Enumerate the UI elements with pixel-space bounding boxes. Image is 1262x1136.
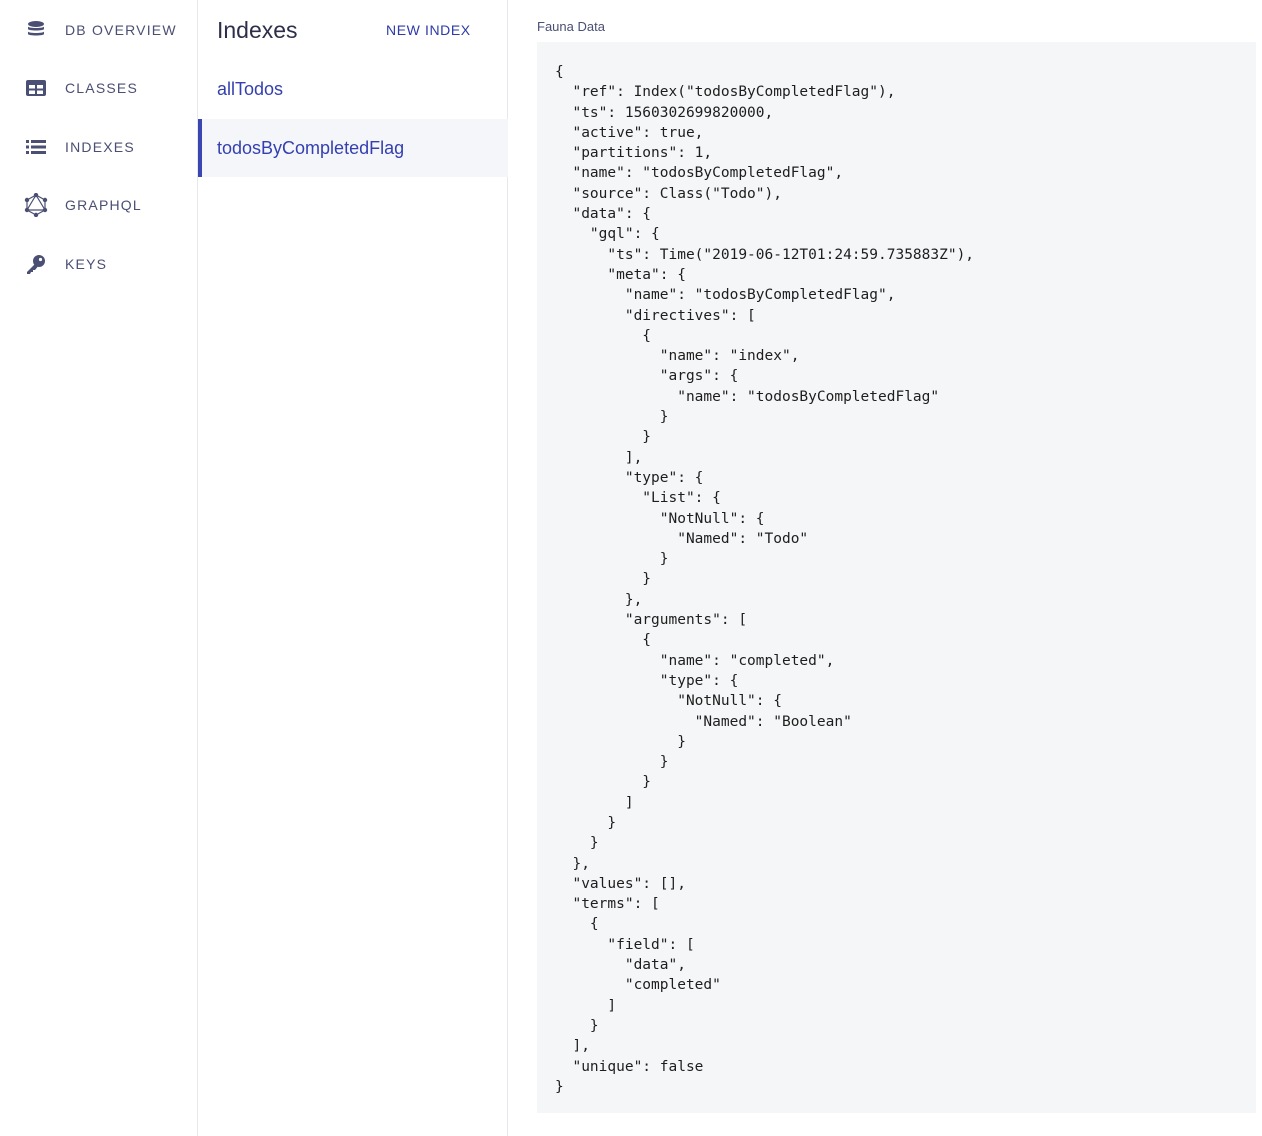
code-line: } — [555, 429, 652, 446]
code-line: } — [555, 835, 599, 852]
code-line: } — [555, 1017, 599, 1034]
code-line: } — [555, 754, 669, 771]
code-line: { — [555, 64, 564, 80]
new-index-button[interactable]: NEW INDEX — [386, 22, 471, 38]
code-line: ] — [555, 794, 634, 811]
code-line: "name": "index", — [555, 348, 800, 365]
code-line: "NotNull": { — [555, 693, 782, 710]
code-line: }, — [555, 855, 590, 872]
code-line: "name": "todosByCompletedFlag" — [555, 388, 940, 405]
code-line: { — [555, 327, 652, 344]
index-item-todosbycompletedflag[interactable]: todosByCompletedFlag — [198, 119, 508, 177]
code-line: "active": true, — [555, 124, 704, 141]
nav-item-indexes[interactable]: INDEXES — [0, 127, 198, 167]
code-line: { — [555, 632, 652, 649]
code-line: } — [555, 774, 652, 791]
code-line: "List": { — [555, 490, 721, 507]
code-line: "name": "todosByCompletedFlag", — [555, 165, 844, 182]
index-item-alltodos[interactable]: allTodos — [198, 60, 508, 118]
nav-item-keys[interactable]: KEYS — [0, 244, 198, 284]
code-line: "field": [ — [555, 936, 695, 953]
code-line: "Named": "Todo" — [555, 530, 809, 547]
code-line: "name": "completed", — [555, 652, 835, 669]
table-icon — [24, 76, 48, 100]
code-line: "NotNull": { — [555, 510, 765, 527]
code-line: "partitions": 1, — [555, 145, 713, 162]
code-line: "type": { — [555, 469, 704, 486]
code-line: { — [555, 916, 599, 933]
key-icon — [24, 252, 48, 276]
code-line: "meta": { — [555, 266, 686, 283]
nav-item-db-overview[interactable]: DB OVERVIEW — [0, 10, 198, 50]
code-line: "source": Class("Todo"), — [555, 185, 782, 202]
list-icon — [24, 135, 48, 159]
index-list-header: Indexes NEW INDEX — [198, 0, 508, 60]
code-line: "values": [], — [555, 875, 686, 892]
code-line: "data", — [555, 957, 686, 974]
code-line: "gql": { — [555, 226, 660, 243]
nav-label: KEYS — [65, 256, 108, 272]
code-line: "args": { — [555, 368, 739, 385]
page-title: Indexes — [217, 17, 298, 43]
code-line: "completed" — [555, 977, 721, 994]
database-icon — [24, 18, 48, 42]
code-line: "Named": "Boolean" — [555, 713, 852, 730]
code-line: "unique": false — [555, 1058, 704, 1075]
nav-label: GRAPHQL — [65, 197, 142, 213]
nav-item-graphql[interactable]: GRAPHQL — [0, 185, 198, 225]
code-line: } — [555, 409, 669, 426]
main-nav: DB OVERVIEW CLASSES INDEXES GRAPHQL KEYS — [0, 0, 198, 1136]
nav-item-classes[interactable]: CLASSES — [0, 68, 198, 108]
code-line: "name": "todosByCompletedFlag", — [555, 287, 896, 304]
code-line: "ts": 1560302699820000, — [555, 104, 774, 121]
code-line: ], — [555, 1038, 590, 1055]
graphql-icon — [24, 193, 48, 217]
code-line: } — [555, 733, 686, 750]
code-line: } — [555, 1078, 564, 1095]
code-line: "arguments": [ — [555, 612, 748, 629]
code-line: "terms": [ — [555, 896, 660, 913]
code-line: } — [555, 551, 669, 568]
code-line: } — [555, 814, 617, 831]
code-line: ], — [555, 449, 643, 466]
nav-label: CLASSES — [65, 80, 138, 96]
content-label: Fauna Data — [537, 19, 605, 34]
json-code-viewer[interactable]: { "ref": Index("todosByCompletedFlag"), … — [537, 42, 1256, 1113]
code-line: ] — [555, 997, 617, 1014]
code-line: "ref": Index("todosByCompletedFlag"), — [555, 84, 896, 101]
code-line: }, — [555, 591, 643, 608]
nav-label: INDEXES — [65, 139, 135, 155]
code-line: "directives": [ — [555, 307, 756, 324]
code-line: "ts": Time("2019-06-12T01:24:59.735883Z"… — [555, 246, 975, 263]
code-line: "type": { — [555, 672, 739, 689]
index-list-panel: Indexes NEW INDEX allTodos todosByComple… — [198, 0, 508, 1136]
nav-label: DB OVERVIEW — [65, 22, 177, 38]
code-line: "data": { — [555, 206, 652, 223]
code-line: } — [555, 571, 652, 588]
